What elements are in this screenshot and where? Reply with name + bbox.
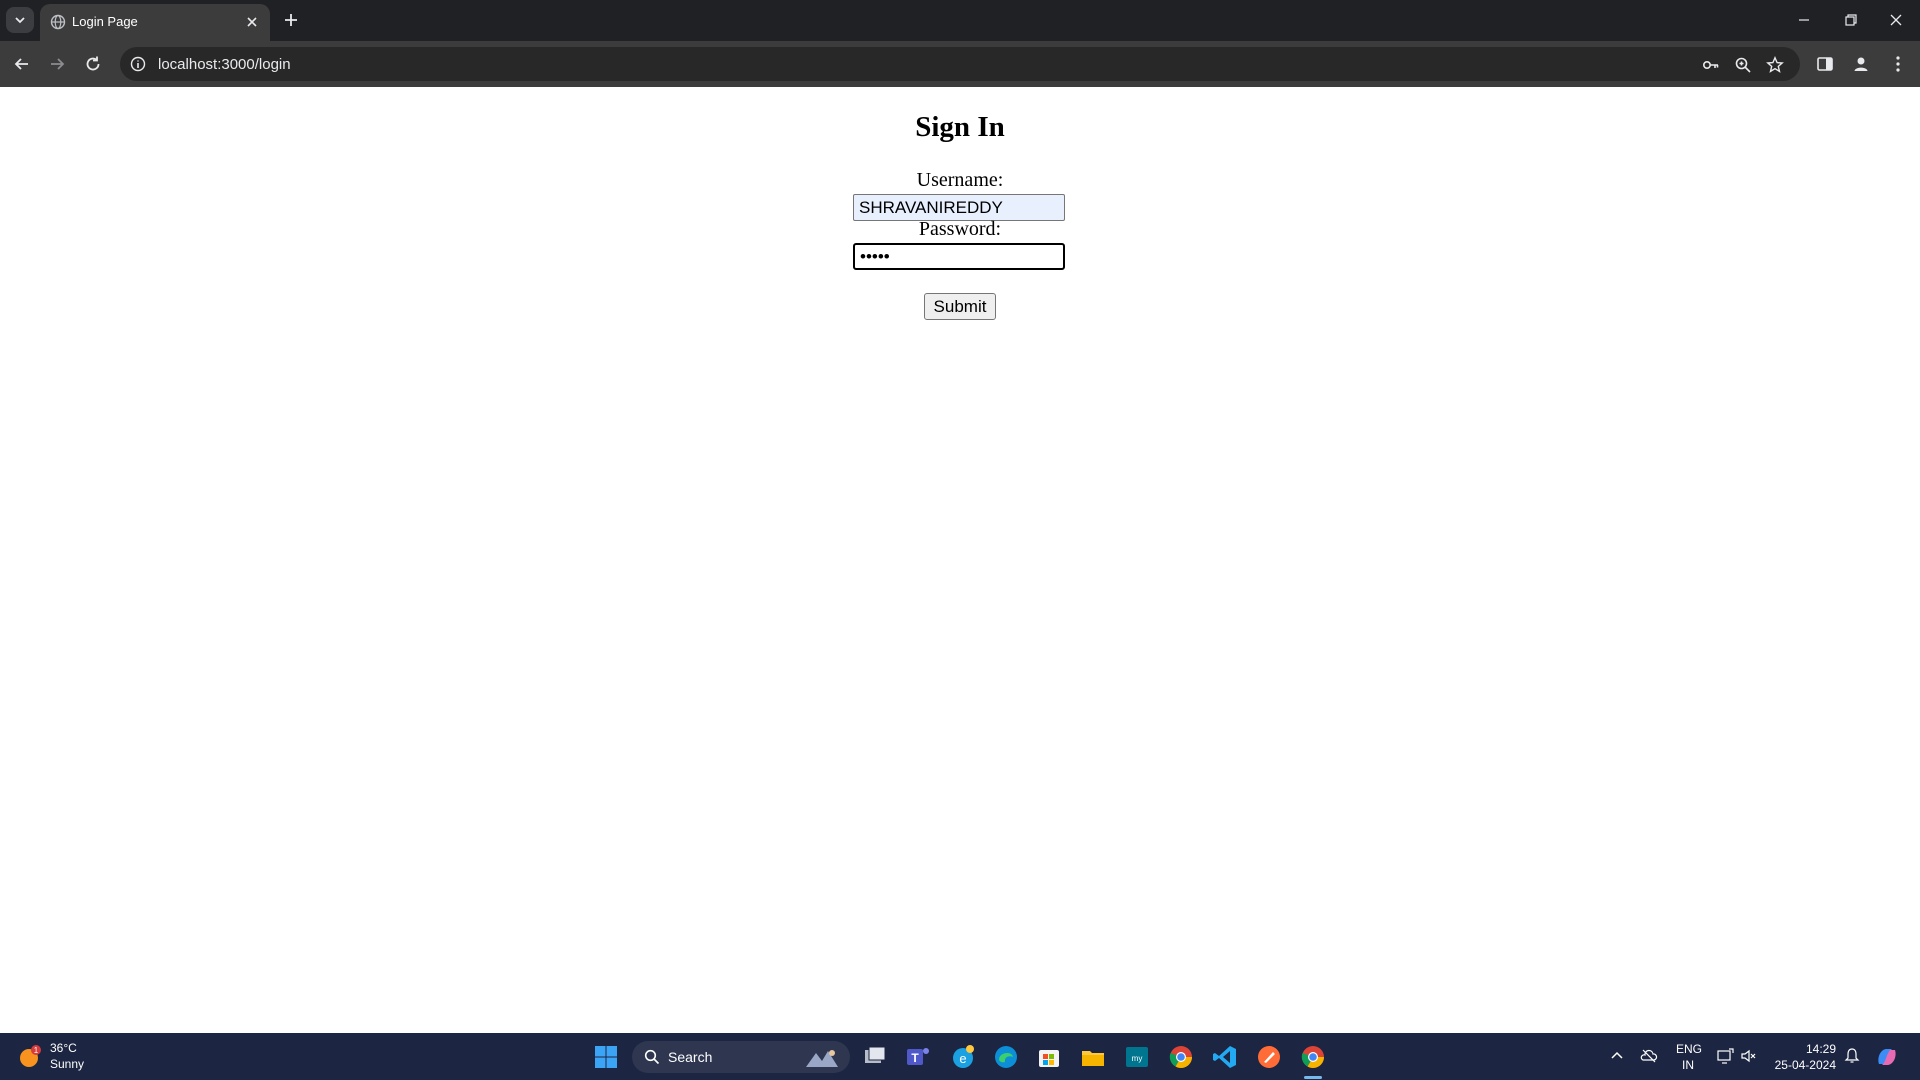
language-indicator[interactable]: ENG (1676, 1042, 1702, 1056)
chrome-active-icon[interactable] (1300, 1044, 1326, 1070)
password-label: Password: (918, 218, 1002, 240)
svg-text:e: e (959, 1051, 966, 1066)
profile-icon[interactable] (1850, 53, 1872, 75)
edge-icon[interactable] (993, 1044, 1019, 1070)
ie-icon[interactable]: e (950, 1044, 976, 1070)
region-indicator: IN (1682, 1058, 1694, 1072)
new-tab-icon[interactable] (281, 10, 301, 30)
submit-button[interactable]: Submit (924, 293, 996, 320)
chrome-icon[interactable] (1168, 1044, 1194, 1070)
copilot-icon[interactable] (1874, 1044, 1900, 1070)
zoom-icon[interactable] (1734, 56, 1752, 74)
tab-login-page[interactable]: Login Page (40, 4, 270, 41)
search-label: Search (668, 1049, 713, 1065)
menu-icon[interactable] (1887, 53, 1909, 75)
close-window-icon[interactable] (1886, 10, 1906, 30)
key-icon[interactable] (1702, 56, 1720, 74)
close-tab-icon[interactable] (244, 14, 260, 30)
taskbar-search[interactable]: Search (632, 1041, 850, 1073)
username-label: Username: (916, 169, 1004, 191)
address-bar[interactable]: localhost:3000/login (120, 47, 1800, 81)
reload-icon[interactable] (82, 53, 104, 75)
windows-taskbar: 1 36°C Sunny Search T e my ENG IN 14:29 … (0, 1033, 1920, 1080)
browser-toolbar: localhost:3000/login (0, 41, 1920, 87)
chevron-up-icon[interactable] (1608, 1047, 1626, 1065)
chevron-down-icon (15, 17, 25, 24)
side-panel-icon[interactable] (1814, 53, 1836, 75)
volume-muted-icon[interactable] (1740, 1047, 1758, 1065)
weather-description: Sunny (50, 1057, 85, 1071)
active-app-indicator (1304, 1076, 1322, 1079)
network-icon[interactable] (1716, 1047, 1734, 1065)
mysql-icon[interactable]: my (1124, 1044, 1150, 1070)
sun-weather-icon[interactable]: 1 (18, 1045, 42, 1069)
svg-text:my: my (1132, 1054, 1143, 1063)
back-arrow-icon[interactable] (11, 53, 33, 75)
weather-badge: 1 (34, 1046, 39, 1055)
globe-icon (50, 14, 66, 30)
site-info-icon[interactable] (130, 56, 146, 72)
weather-temperature: 36°C (50, 1041, 77, 1055)
page-content: Sign In Username: Password: Submit (0, 87, 1920, 1033)
url-text: localhost:3000/login (158, 56, 291, 73)
browser-tab-strip: Login Page (0, 0, 1920, 41)
username-input[interactable] (853, 194, 1065, 221)
notification-bell-icon[interactable] (1843, 1047, 1861, 1065)
password-input[interactable] (853, 243, 1065, 270)
task-view-icon[interactable] (862, 1044, 888, 1070)
clock-time[interactable]: 14:29 (1806, 1042, 1836, 1056)
file-explorer-icon[interactable] (1080, 1044, 1106, 1070)
page-title: Sign In (915, 111, 1005, 143)
tab-title: Login Page (72, 14, 138, 29)
onedrive-offline-icon[interactable] (1640, 1047, 1658, 1065)
minimize-icon[interactable] (1794, 10, 1814, 30)
vscode-icon[interactable] (1212, 1044, 1238, 1070)
postman-icon[interactable] (1256, 1044, 1282, 1070)
teams-icon[interactable]: T (905, 1044, 931, 1070)
restore-icon[interactable] (1841, 10, 1861, 30)
clock-date: 25-04-2024 (1774, 1058, 1836, 1072)
search-highlight-icon (806, 1050, 838, 1067)
svg-text:T: T (911, 1051, 919, 1065)
star-icon[interactable] (1766, 56, 1784, 74)
windows-start-icon[interactable] (593, 1044, 619, 1070)
forward-arrow-icon[interactable] (46, 53, 68, 75)
store-icon[interactable] (1036, 1044, 1062, 1070)
tab-search-button[interactable] (6, 7, 34, 33)
search-icon (644, 1049, 660, 1065)
